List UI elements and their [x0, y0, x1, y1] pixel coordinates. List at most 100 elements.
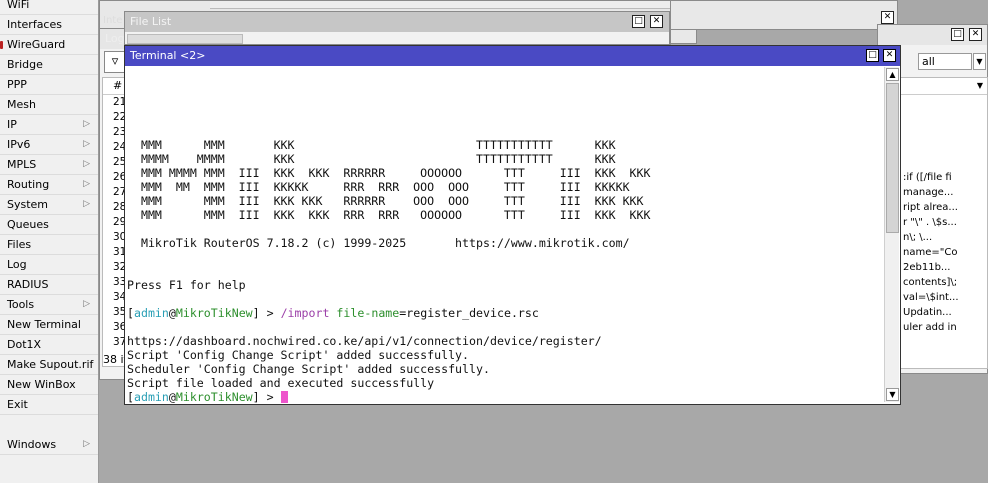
- table-row[interactable]: 23: [103, 125, 126, 140]
- sidebar-item-radius[interactable]: RADIUS: [0, 275, 98, 295]
- prompt-host: MikroTikNew: [175, 306, 253, 320]
- sidebar-item-bridge[interactable]: Bridge: [0, 55, 98, 75]
- arrow-up-icon[interactable]: ▲: [886, 68, 899, 81]
- command-arg-value: register_device.rsc: [406, 306, 539, 320]
- table-row[interactable]: manage...: [901, 185, 975, 200]
- table-row[interactable]: 32: [103, 260, 126, 275]
- tab-log[interactable]: Log: [105, 32, 125, 45]
- sidebar-item-mesh[interactable]: Mesh: [0, 95, 98, 115]
- sidebar-item-interfaces[interactable]: Interfaces: [0, 15, 98, 35]
- sidebar-item-label: Make Supout.rif: [7, 358, 94, 371]
- table-row[interactable]: 34: [103, 290, 126, 305]
- sidebar-item-label: IPv6: [7, 138, 31, 151]
- arrow-down-icon[interactable]: ▼: [886, 388, 899, 401]
- table-row[interactable]: r "\" . \$s...: [901, 215, 975, 230]
- sidebar-item-tools[interactable]: Tools ▷: [0, 295, 98, 315]
- sidebar-item-wireguard[interactable]: WireGuard: [0, 35, 98, 55]
- close-icon[interactable]: ✕: [969, 28, 982, 41]
- sidebar-menu: WiFi Interfaces WireGuard Bridge PPP Mesh IP ▷ I…: [0, 0, 99, 483]
- sidebar-item-routing[interactable]: Routing ▷: [0, 175, 98, 195]
- arrow-down-icon[interactable]: ▼: [973, 78, 987, 94]
- command-arg-key: file-name: [329, 306, 400, 320]
- close-icon[interactable]: ✕: [650, 15, 663, 28]
- scrollbar-thumb[interactable]: [886, 83, 899, 233]
- window-title: Inte: [103, 15, 123, 26]
- prompt-user: admin: [133, 306, 169, 320]
- sidebar-item-make-supout-rif[interactable]: Make Supout.rif: [0, 355, 98, 375]
- sidebar-item-label: Mesh: [7, 98, 36, 111]
- terminal-cursor: [280, 391, 288, 403]
- sidebar-item-new-winbox[interactable]: New WinBox: [0, 375, 98, 395]
- chevron-right-icon: ▷: [83, 299, 90, 309]
- terminal-window[interactable]: Terminal <2> □ ✕ MMM MMM KKK TTTTTTTTTTT…: [124, 45, 901, 405]
- maximize-icon[interactable]: □: [632, 15, 645, 28]
- sidebar-item-ip[interactable]: IP ▷: [0, 115, 98, 135]
- table-row[interactable]: 2eb11b...: [901, 260, 975, 275]
- sidebar-item-wifi[interactable]: WiFi: [0, 0, 98, 15]
- filter-icon[interactable]: ▿: [104, 51, 126, 73]
- terminal-line: MMM MMMM MMM III KKK KKK RRRRRR OOOOOO T…: [127, 166, 651, 180]
- terminal-line: Press F1 for help: [127, 278, 246, 292]
- sidebar-item-label: RADIUS: [7, 278, 49, 291]
- chevron-right-icon: ▷: [83, 119, 90, 129]
- table-row[interactable]: ript alrea...: [901, 200, 975, 215]
- table-row[interactable]: val=\$int...: [901, 290, 975, 305]
- sidebar-item-label: MPLS: [7, 158, 37, 171]
- table-row[interactable]: 26: [103, 170, 126, 185]
- window-title-bar[interactable]: Terminal <2> □ ✕: [125, 46, 900, 66]
- table-row[interactable]: 35: [103, 305, 126, 320]
- close-icon[interactable]: ✕: [883, 49, 896, 62]
- sidebar-item-system[interactable]: System ▷: [0, 195, 98, 215]
- sidebar-item-log[interactable]: Log: [0, 255, 98, 275]
- chevron-right-icon: ▷: [83, 439, 90, 449]
- sidebar-item-ppp[interactable]: PPP: [0, 75, 98, 95]
- table-row[interactable]: 25: [103, 155, 126, 170]
- sidebar-item-queues[interactable]: Queues: [0, 215, 98, 235]
- sidebar-item-new-terminal[interactable]: New Terminal: [0, 315, 98, 335]
- sidebar-item-dot1x[interactable]: Dot1X: [0, 335, 98, 355]
- chevron-right-icon: ▷: [83, 199, 90, 209]
- sidebar-item-exit[interactable]: Exit: [0, 395, 98, 415]
- table-row[interactable]: 22: [103, 110, 126, 125]
- terminal-output[interactable]: MMM MMM KKK TTTTTTTTTTT KKK MMMM MMMM KK…: [127, 66, 883, 403]
- table-row[interactable]: 29: [103, 215, 126, 230]
- sidebar-item-label: Bridge: [7, 58, 43, 71]
- sidebar-item-files[interactable]: Files: [0, 235, 98, 255]
- sidebar-item-mpls[interactable]: MPLS ▷: [0, 155, 98, 175]
- prompt-bracket: [: [127, 306, 134, 320]
- tab-strip: [210, 1, 690, 9]
- sidebar-item-windows[interactable]: Windows ▷: [0, 435, 98, 455]
- close-icon[interactable]: ✕: [881, 11, 894, 24]
- table-row[interactable]: uler add in: [901, 320, 975, 335]
- prompt-host: MikroTikNew: [175, 390, 253, 403]
- background-window: ✕: [670, 0, 898, 30]
- table-row[interactable]: 30: [103, 230, 126, 245]
- table-row[interactable]: 37: [103, 335, 126, 350]
- table-row[interactable]: Updatin...: [901, 305, 975, 320]
- maximize-icon[interactable]: □: [951, 28, 964, 41]
- table-row[interactable]: 36: [103, 320, 126, 335]
- filter-select[interactable]: all: [918, 53, 972, 70]
- table-row[interactable]: 31: [103, 245, 126, 260]
- table-row[interactable]: 21: [103, 95, 126, 110]
- table-row[interactable]: name="Co: [901, 245, 975, 260]
- terminal-line: Script 'Config Change Script' added succ…: [127, 348, 470, 362]
- table-row[interactable]: 27: [103, 185, 126, 200]
- sidebar-item-ipv6[interactable]: IPv6 ▷: [0, 135, 98, 155]
- command-line: [admin@MikroTikNew] > /import file-name=…: [127, 306, 883, 320]
- table-row[interactable]: n\; \...: [901, 230, 975, 245]
- terminal-scrollbar[interactable]: ▲ ▼: [884, 67, 899, 402]
- table-row[interactable]: contents]\;: [901, 275, 975, 290]
- table-row[interactable]: 24: [103, 140, 126, 155]
- arrow-down-icon[interactable]: ▼: [973, 53, 986, 70]
- terminal-line: MMM MMM III KKK KKK RRRRRR OOO OOO TTT I…: [127, 194, 644, 208]
- maximize-icon[interactable]: □: [866, 49, 879, 62]
- table-row[interactable]: :if ([/file fi: [901, 170, 975, 185]
- terminal-line: Script file loaded and executed successf…: [127, 376, 435, 390]
- table-row[interactable]: 33: [103, 275, 126, 290]
- table-row[interactable]: 28: [103, 200, 126, 215]
- active-prompt-line[interactable]: [admin@MikroTikNew] >: [127, 390, 883, 403]
